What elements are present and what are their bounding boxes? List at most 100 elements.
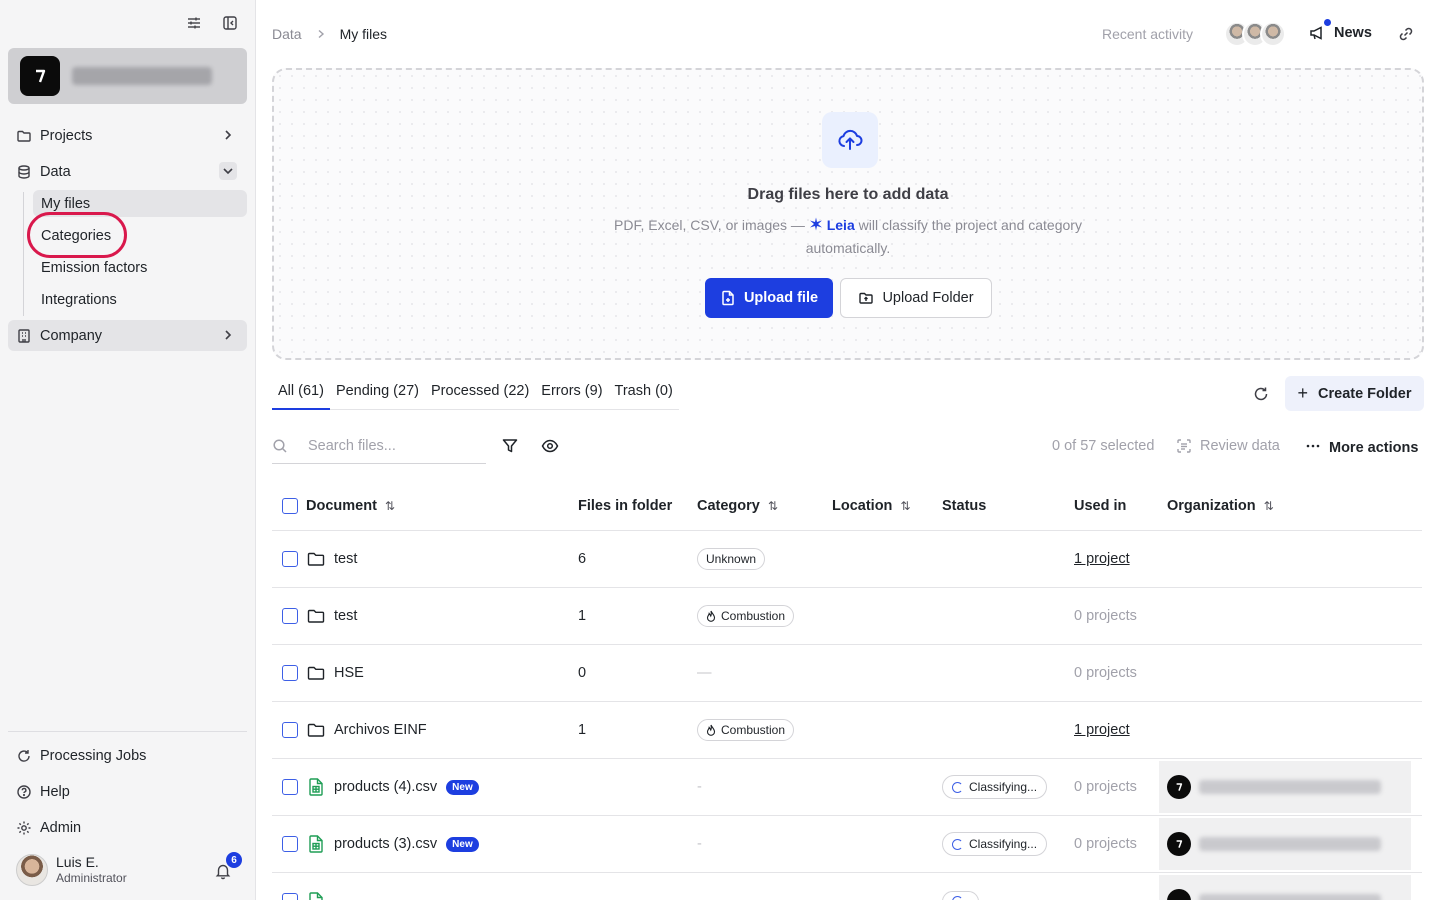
refresh-icon [16, 748, 32, 764]
category-badge[interactable]: Unknown [697, 548, 766, 570]
col-category[interactable]: Category ⇅ [697, 498, 778, 514]
folder-icon [306, 720, 326, 740]
category-badge[interactable]: Combustion [697, 605, 795, 627]
nav-admin-label: Admin [40, 819, 82, 836]
user-role: Administrator [56, 871, 127, 885]
highlight-circle [27, 212, 127, 258]
link-icon[interactable] [1397, 25, 1415, 43]
table-row[interactable]: HSE 0 — 0 projects [272, 645, 1422, 702]
sidebar-top-icons [185, 14, 239, 32]
tab-all[interactable]: All (61) [272, 383, 330, 410]
table-row[interactable]: products (4).csv New - Classifying... 0 … [272, 759, 1422, 816]
review-data-button[interactable]: Review data [1176, 438, 1280, 454]
category-badge[interactable]: Combustion [697, 719, 795, 741]
category-empty: — [697, 665, 712, 681]
file-dropzone[interactable]: Drag files here to add data PDF, Excel, … [272, 68, 1424, 360]
nav-emission-factors[interactable]: Emission factors [33, 254, 247, 281]
tab-trash[interactable]: Trash (0) [609, 383, 679, 409]
sort-icon[interactable]: ⇅ [900, 499, 910, 513]
row-checkbox[interactable] [282, 722, 298, 738]
upload-file-button[interactable]: Upload file [705, 278, 833, 318]
row-checkbox[interactable] [282, 836, 298, 852]
review-data-label: Review data [1200, 438, 1280, 454]
sort-icon[interactable]: ⇅ [768, 499, 778, 513]
tab-processed[interactable]: Processed (22) [425, 383, 535, 409]
more-actions-button[interactable]: More actions [1305, 438, 1418, 458]
table-row[interactable]: Archivos EINF 1 Combustion 1 project [272, 702, 1422, 759]
leia-link[interactable]: Leia [809, 217, 855, 233]
files-table-header: Document ⇅ Files in folder Category ⇅ Lo… [272, 482, 1422, 531]
sort-icon[interactable]: ⇅ [385, 499, 395, 513]
col-document[interactable]: Document ⇅ [306, 498, 395, 514]
organization-cell [1159, 875, 1411, 900]
nav-data[interactable]: Data [8, 156, 247, 187]
create-folder-button[interactable]: + Create Folder [1285, 376, 1424, 411]
col-category-label: Category [697, 498, 760, 514]
select-all-checkbox[interactable] [282, 498, 298, 514]
table-row[interactable]: products (3).csv New - Classifying... 0 … [272, 816, 1422, 873]
csv-file-icon [306, 891, 326, 900]
flame-icon [706, 724, 716, 736]
leia-label: Leia [826, 217, 855, 233]
nav-processing-jobs[interactable]: Processing Jobs [8, 740, 247, 771]
eye-icon[interactable] [541, 437, 559, 455]
collapse-sidebar-icon[interactable] [221, 14, 239, 32]
row-checkbox[interactable] [282, 893, 298, 900]
table-row-partial[interactable] [272, 873, 1422, 900]
help-circle-icon [16, 784, 32, 800]
status-badge: Classifying... [942, 832, 1048, 856]
user-profile[interactable]: Luis E. Administrator [16, 854, 127, 886]
more-actions-label: More actions [1329, 440, 1419, 456]
sort-icon[interactable]: ⇅ [1264, 499, 1274, 513]
nav-help-label: Help [40, 783, 70, 800]
table-row[interactable]: test 1 Combustion 0 projects [272, 588, 1422, 645]
used-in-link[interactable]: 1 project [1074, 722, 1130, 738]
nav-projects[interactable]: Projects [8, 120, 247, 151]
row-checkbox[interactable] [282, 551, 298, 567]
document-name[interactable]: products (3).csv [334, 836, 437, 852]
used-in-link[interactable]: 1 project [1074, 551, 1130, 567]
row-checkbox[interactable] [282, 665, 298, 681]
document-name[interactable]: products (4).csv [334, 779, 437, 795]
filter-icon[interactable] [501, 437, 519, 455]
nav-admin[interactable]: Admin [8, 812, 247, 843]
refresh-icon[interactable] [1252, 385, 1270, 403]
spinner-icon [952, 781, 963, 793]
document-name[interactable]: test [334, 551, 357, 567]
flame-icon [706, 610, 716, 622]
document-name[interactable]: test [334, 608, 357, 624]
table-row[interactable]: test 6 Unknown 1 project [272, 531, 1422, 588]
breadcrumb-data[interactable]: Data [272, 26, 302, 42]
document-name[interactable]: Archivos EINF [334, 722, 427, 738]
folder-icon [16, 128, 32, 144]
files-count: 1 [578, 608, 587, 624]
more-horizontal-icon [1305, 438, 1321, 458]
files-count: 6 [578, 551, 587, 567]
news-button[interactable]: News [1308, 19, 1372, 42]
chevron-right-icon[interactable] [219, 326, 237, 344]
recent-activity-link[interactable]: Recent activity [1102, 26, 1193, 42]
tab-errors[interactable]: Errors (9) [535, 383, 608, 409]
chevron-down-icon[interactable] [219, 162, 237, 180]
dropzone-desc-prefix: PDF, Excel, CSV, or images — [614, 217, 805, 233]
collaborator-avatars[interactable] [1224, 21, 1286, 47]
nav-company[interactable]: Company [8, 320, 247, 351]
tab-pending[interactable]: Pending (27) [330, 383, 425, 409]
document-name[interactable]: HSE [334, 665, 364, 681]
status-label: Classifying... [969, 780, 1038, 794]
organization-switcher[interactable] [8, 48, 247, 104]
row-checkbox[interactable] [282, 779, 298, 795]
new-badge: New [446, 779, 479, 795]
used-in-text: 0 projects [1074, 665, 1137, 681]
chevron-right-icon[interactable] [219, 126, 237, 144]
nav-integrations[interactable]: Integrations [33, 286, 247, 313]
notification-count-badge: 6 [226, 852, 242, 868]
nav-help[interactable]: Help [8, 776, 247, 807]
col-organization[interactable]: Organization ⇅ [1167, 498, 1274, 514]
search-input[interactable] [308, 437, 478, 454]
col-location[interactable]: Location ⇅ [832, 498, 910, 514]
row-checkbox[interactable] [282, 608, 298, 624]
settings-sliders-icon[interactable] [185, 14, 203, 32]
upload-folder-button[interactable]: Upload Folder [840, 278, 992, 318]
dropzone-title: Drag files here to add data [747, 186, 949, 203]
